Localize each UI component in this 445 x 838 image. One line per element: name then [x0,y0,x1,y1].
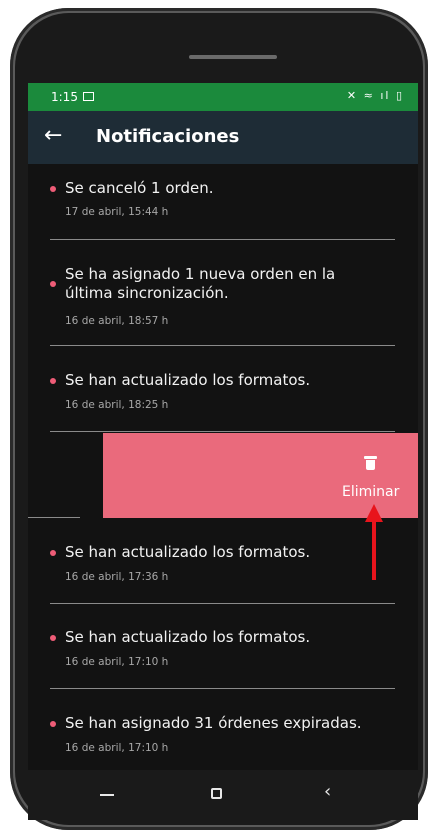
notification-message: Se han actualizado los formatos. [65,543,311,561]
divider [50,431,395,432]
status-time: 1:15 [51,90,78,104]
bullet-dot-icon [50,186,56,192]
divider [28,517,80,518]
bullet-dot-icon [50,550,56,556]
trash-icon[interactable] [364,456,377,470]
status-icons: ✕ ≈ ıl ▯ [346,89,404,102]
bullet-dot-icon [50,378,56,384]
notification-timestamp: 16 de abril, 18:25 h [65,399,169,411]
annotation-arrow-icon [365,504,383,580]
navigation-bar: ‹ [28,770,418,820]
notification-message: Se canceló 1 orden. [65,179,214,197]
divider [50,603,395,604]
notification-timestamp: 16 de abril, 17:36 h [65,571,169,583]
notification-timestamp: 16 de abril, 17:10 h [65,656,169,668]
bullet-dot-icon [50,635,56,641]
nav-back-icon[interactable] [100,794,114,796]
back-arrow-icon[interactable]: ← [44,124,62,148]
image-notification-icon [83,92,94,101]
divider [50,345,395,346]
bullet-dot-icon [50,281,56,287]
notification-message: Se han actualizado los formatos. [65,371,311,389]
notification-timestamp: 17 de abril, 15:44 h [65,206,169,218]
notification-timestamp: 16 de abril, 18:57 h [65,315,169,327]
notification-message: Se han actualizado los formatos. [65,628,311,646]
trash-body [366,460,375,470]
divider [50,688,395,689]
notification-message: Se han asignado 31 órdenes expiradas. [65,714,362,732]
page-title: Notificaciones [96,126,240,147]
speaker-grille [189,55,277,59]
notification-message: Se ha asignado 1 nueva orden en la últim… [65,265,336,302]
app-bar: ← Notificaciones [28,111,418,164]
nav-home-icon[interactable] [211,788,222,799]
nav-chevron-left-icon[interactable]: ‹ [324,782,331,802]
bullet-dot-icon [50,721,56,727]
app-screen: 1:15 ✕ ≈ ıl ▯ ← Notificaciones Se cancel… [28,83,418,781]
status-bar: 1:15 ✕ ≈ ıl ▯ [28,83,418,111]
divider [50,239,395,240]
trash-lid [364,456,377,459]
notification-timestamp: 16 de abril, 17:10 h [65,742,169,754]
delete-label[interactable]: Eliminar [342,484,399,500]
